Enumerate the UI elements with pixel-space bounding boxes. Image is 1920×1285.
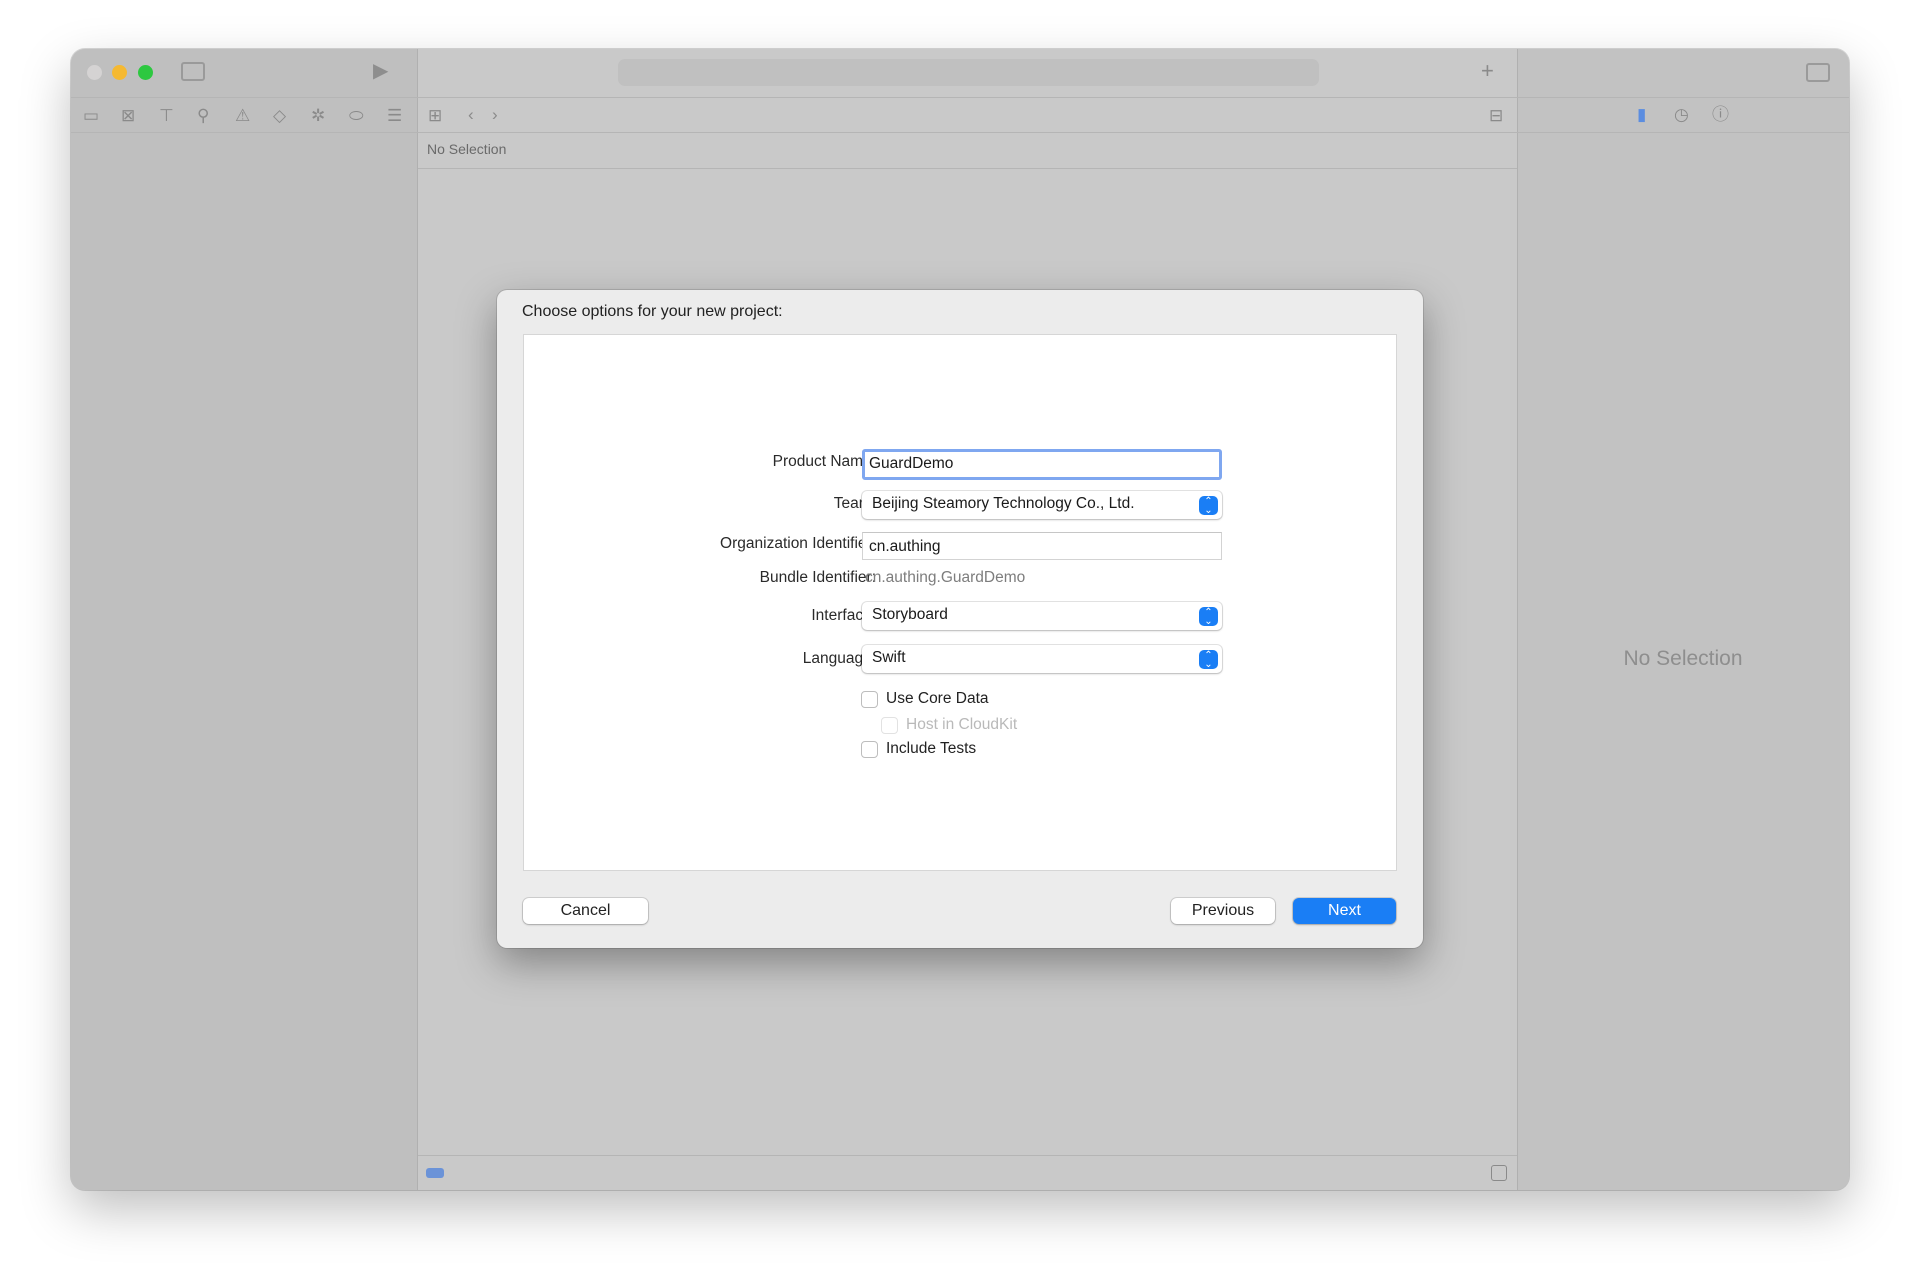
org-id-field[interactable]: cn.authing bbox=[862, 532, 1222, 560]
host-in-cloudkit-checkbox[interactable] bbox=[881, 717, 898, 734]
next-button[interactable]: Next bbox=[1293, 898, 1396, 924]
panel-toggle-icon[interactable] bbox=[1491, 1165, 1507, 1181]
org-id-label: Organization Identifier: bbox=[720, 535, 876, 552]
help-icon[interactable]: ⓘ bbox=[1712, 105, 1729, 125]
use-core-data-checkbox[interactable] bbox=[861, 691, 878, 708]
close-button[interactable] bbox=[87, 65, 102, 80]
include-tests-checkbox[interactable] bbox=[861, 741, 878, 758]
bundle-id-value: cn.authing.GuardDemo bbox=[865, 569, 1026, 586]
source-control-icon[interactable]: ⊠ bbox=[121, 106, 135, 126]
forward-chevron-icon[interactable]: › bbox=[492, 105, 498, 125]
test-diamond-icon[interactable]: ◇ bbox=[273, 106, 286, 126]
include-tests-label: Include Tests bbox=[886, 740, 977, 757]
file-inspector-icon[interactable]: ▮ bbox=[1637, 105, 1646, 125]
folder-icon[interactable]: ▭ bbox=[83, 106, 99, 126]
language-popup[interactable]: Swift ⌃ ⌄ bbox=[862, 645, 1222, 673]
add-icon[interactable]: + bbox=[1481, 60, 1494, 82]
activity-field bbox=[618, 59, 1319, 86]
team-popup[interactable]: Beijing Steamory Technology Co., Ltd. ⌃ ⌄ bbox=[862, 491, 1222, 519]
options-panel: Product Name: GuardDemo Team: Beijing St… bbox=[523, 334, 1397, 871]
host-in-cloudkit-label: Host in CloudKit bbox=[906, 716, 1018, 733]
dialog-title: Choose options for your new project: bbox=[522, 303, 783, 320]
back-chevron-icon[interactable]: ‹ bbox=[468, 105, 474, 125]
title-bar: ▶ + bbox=[71, 49, 1849, 98]
previous-button[interactable]: Previous bbox=[1171, 898, 1275, 924]
search-icon[interactable]: ⚲ bbox=[197, 106, 209, 126]
jump-bar bbox=[418, 133, 1517, 169]
language-value: Swift bbox=[872, 649, 906, 666]
breakpoint-icon[interactable]: ⬭ bbox=[349, 106, 364, 126]
product-name-label: Product Name: bbox=[772, 453, 876, 470]
filter-tag-icon[interactable] bbox=[426, 1168, 444, 1178]
inspector-toggle-icon[interactable] bbox=[1806, 63, 1830, 82]
hierarchy-icon[interactable]: ⊤ bbox=[159, 106, 174, 126]
add-editor-icon[interactable]: ⊟ bbox=[1489, 106, 1503, 126]
team-value: Beijing Steamory Technology Co., Ltd. bbox=[872, 495, 1135, 512]
interface-value: Storyboard bbox=[872, 606, 948, 623]
minimize-button[interactable] bbox=[112, 65, 127, 80]
history-icon[interactable]: ◷ bbox=[1674, 105, 1689, 125]
product-name-field[interactable]: GuardDemo bbox=[862, 449, 1222, 480]
sidebar-toggle-icon[interactable] bbox=[181, 62, 205, 81]
grid-icon[interactable]: ⊞ bbox=[428, 106, 442, 126]
new-project-dialog: Choose options for your new project: Pro… bbox=[497, 290, 1423, 948]
run-icon[interactable]: ▶ bbox=[373, 61, 388, 81]
stepper-chevrons-icon: ⌃ ⌄ bbox=[1199, 496, 1218, 516]
use-core-data-label: Use Core Data bbox=[886, 690, 989, 707]
stepper-chevrons-icon: ⌃ ⌄ bbox=[1199, 607, 1218, 627]
inspector-panel bbox=[1517, 49, 1849, 1190]
navigator-toolbar: ▭ ⊠ ⊤ ⚲ ⚠ ◇ ✲ ⬭ ☰ ⊞ ‹ › ⊟ ▮ ◷ ⓘ bbox=[71, 98, 1849, 133]
warning-icon[interactable]: ⚠ bbox=[235, 106, 250, 126]
bundle-id-label: Bundle Identifier: bbox=[759, 569, 876, 586]
navigator-sidebar bbox=[71, 49, 418, 1190]
cancel-button[interactable]: Cancel bbox=[523, 898, 648, 924]
interface-popup[interactable]: Storyboard ⌃ ⌄ bbox=[862, 602, 1222, 630]
report-icon[interactable]: ☰ bbox=[387, 106, 402, 126]
inspector-no-selection: No Selection bbox=[1623, 647, 1743, 670]
stepper-chevrons-icon: ⌃ ⌄ bbox=[1199, 650, 1218, 670]
editor-path: No Selection bbox=[427, 141, 507, 157]
zoom-button[interactable] bbox=[138, 65, 153, 80]
debug-bar bbox=[418, 1155, 1517, 1190]
debug-spray-icon[interactable]: ✲ bbox=[311, 106, 325, 126]
